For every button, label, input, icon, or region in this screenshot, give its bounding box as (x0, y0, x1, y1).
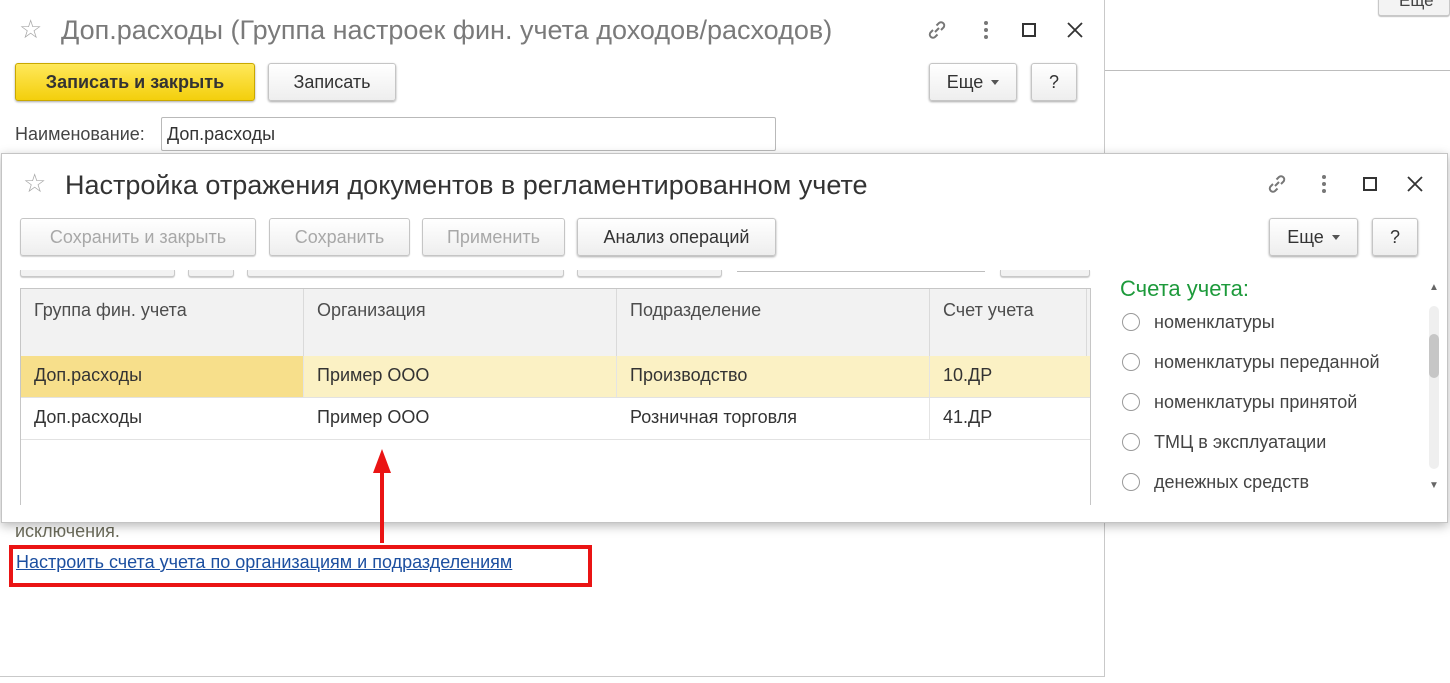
radio-label: номенклатуры (1154, 311, 1275, 332)
table-cell: Пример ООО (304, 356, 617, 397)
analysis-button[interactable]: Анализ операций (577, 218, 776, 256)
accounts-table: Группа фин. учета Организация Подразделе… (20, 288, 1091, 505)
column-header-account[interactable]: Счет учета (930, 289, 1087, 356)
close-icon[interactable] (1401, 170, 1429, 198)
save-button[interactable]: Записать (268, 63, 396, 101)
radio-button[interactable] (1122, 393, 1140, 411)
save-and-close-button[interactable]: Записать и закрыть (15, 63, 255, 101)
column-header-group[interactable]: Группа фин. учета (21, 289, 304, 356)
radio-label: номенклатуры переданной (1154, 351, 1380, 372)
radio-option[interactable]: ТМЦ в эксплуатации (1122, 429, 1326, 455)
more-menu-button[interactable]: Еще (929, 63, 1017, 101)
radio-button[interactable] (1122, 433, 1140, 451)
scroll-down-icon[interactable]: ▼ (1429, 480, 1439, 491)
maximize-icon[interactable] (1356, 170, 1384, 198)
background-window-divider (1105, 70, 1450, 71)
more-menu-button[interactable]: Еще (1269, 218, 1358, 256)
child-window: ☆ Настройка отражения документов в регла… (1, 153, 1448, 523)
star-icon[interactable]: ☆ (19, 14, 42, 45)
column-header-department[interactable]: Подразделение (617, 289, 930, 356)
table-cell: Доп.расходы (34, 407, 143, 427)
table-cell: 10.ДР (943, 365, 993, 385)
parent-window-title: Доп.расходы (Группа настроек фин. учета … (61, 15, 833, 45)
save-button[interactable]: Сохранить (269, 218, 410, 256)
chevron-down-icon (991, 79, 1000, 85)
help-button[interactable]: ? (1031, 63, 1077, 101)
save-and-close-button[interactable]: Сохранить и закрыть (20, 218, 256, 256)
apply-button[interactable]: Применить (422, 218, 565, 256)
radio-button[interactable] (1122, 353, 1140, 371)
accounts-panel-title: Счета учета: (1120, 276, 1249, 301)
link-icon[interactable] (923, 16, 951, 44)
table-row[interactable]: Доп.расходы Пример ООО Розничная торговл… (21, 398, 1090, 440)
radio-label: денежных средств (1154, 471, 1310, 492)
table-cell: Доп.расходы (21, 356, 304, 397)
scrollbar-track[interactable] (1429, 306, 1439, 469)
help-button[interactable]: ? (1372, 218, 1418, 256)
more-vertical-icon[interactable] (972, 16, 1000, 44)
annotation-arrow-icon (373, 449, 391, 543)
child-window-title: Настройка отражения документов в регламе… (65, 170, 868, 200)
link-icon[interactable] (1263, 170, 1291, 198)
table-cell: 41.ДР (943, 407, 993, 427)
table-cell: Пример ООО (317, 407, 430, 427)
hidden-toolbar-button[interactable] (1000, 270, 1090, 277)
radio-button[interactable] (1122, 473, 1140, 491)
column-header-organization[interactable]: Организация (304, 289, 617, 356)
hidden-toolbar-button[interactable] (247, 270, 564, 277)
more-menu-label: Еще (946, 71, 984, 92)
chevron-down-icon (1331, 234, 1340, 240)
radio-option[interactable]: номенклатуры переданной (1122, 349, 1380, 375)
annotation-highlight-box (9, 545, 592, 587)
table-header: Группа фин. учета Организация Подразделе… (21, 289, 1090, 357)
close-icon[interactable] (1061, 16, 1089, 44)
background-more-button-label: Еще (1399, 0, 1434, 10)
radio-button[interactable] (1122, 313, 1140, 331)
name-label: Наименование: (15, 124, 145, 144)
background-more-button[interactable]: Еще (1378, 0, 1450, 16)
maximize-icon[interactable] (1015, 16, 1043, 44)
name-field[interactable]: Доп.расходы (161, 117, 776, 151)
radio-option[interactable]: номенклатуры принятой (1122, 389, 1357, 415)
exceptions-text: исключения. (15, 521, 120, 541)
scrollbar-thumb[interactable] (1429, 334, 1439, 378)
hidden-toolbar-button[interactable] (577, 270, 722, 277)
star-icon[interactable]: ☆ (23, 168, 46, 199)
hidden-toolbar-button[interactable] (20, 270, 175, 277)
table-cell: Производство (617, 356, 930, 397)
more-vertical-icon[interactable] (1310, 170, 1338, 198)
radio-label: номенклатуры принятой (1154, 391, 1358, 412)
scroll-up-icon[interactable]: ▲ (1429, 282, 1439, 293)
table-row[interactable]: Доп.расходы Пример ООО Производство 10.Д… (21, 356, 1090, 398)
hidden-search-field[interactable] (737, 271, 985, 272)
radio-option[interactable]: номенклатуры (1122, 309, 1275, 335)
radio-option[interactable]: денежных средств (1122, 469, 1309, 495)
table-cell: Розничная торговля (617, 398, 930, 439)
radio-label: ТМЦ в эксплуатации (1154, 431, 1327, 452)
hidden-toolbar-button[interactable] (188, 270, 234, 277)
more-menu-label: Еще (1287, 226, 1324, 247)
